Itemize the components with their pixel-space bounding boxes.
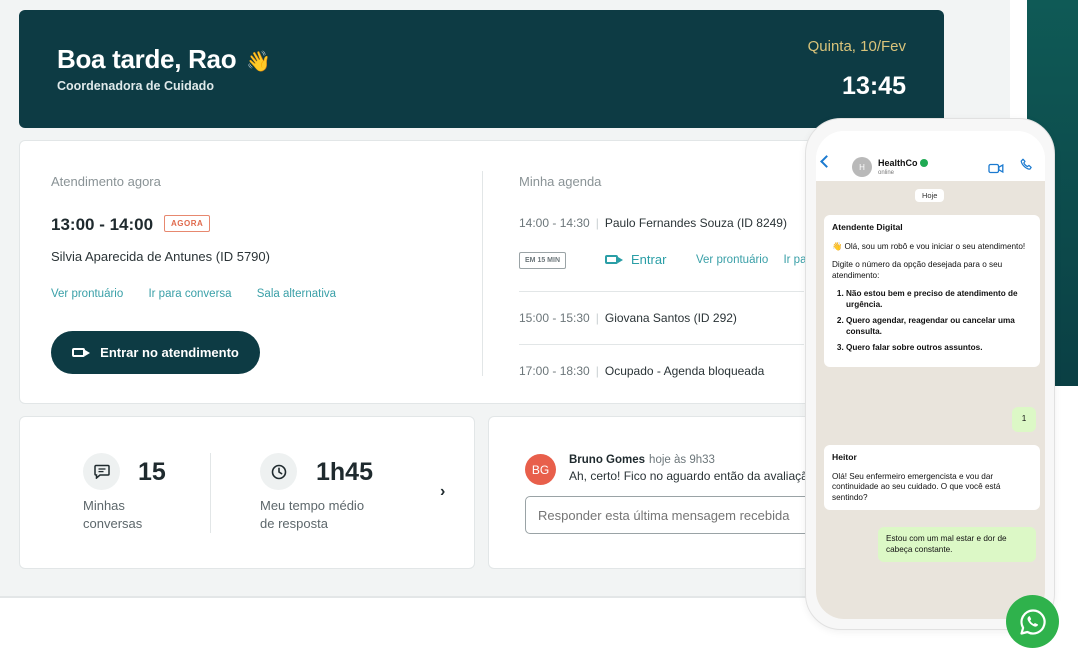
current-appointment-title: Atendimento agora <box>51 174 161 189</box>
agenda-patient: Ocupado - Agenda bloqueada <box>604 364 765 378</box>
message-time: hoje às 9h33 <box>649 454 715 466</box>
video-camera-icon <box>605 255 623 264</box>
agenda-item[interactable]: 14:00 - 14:30 | Paulo Fernandes Souza (ID … <box>519 216 787 230</box>
agenda-time: 17:00 - 18:30 <box>519 364 590 378</box>
response-time-label: Meu tempo médio de resposta <box>260 497 364 533</box>
current-time-range: 13:00 - 14:00 <box>51 215 154 234</box>
agenda-view-record-link[interactable]: Ver prontuário <box>696 254 768 266</box>
agenda-time: 15:00 - 15:30 <box>519 311 590 325</box>
contact-name-line: HealthCo <box>878 158 928 168</box>
response-time-value: 1h45 <box>316 458 373 486</box>
phone-mockup: H HealthCo online Hoje Atendente Digital… <box>805 118 1055 630</box>
user-reply: 1 <box>1021 414 1027 423</box>
contact-name: HealthCo <box>878 158 918 168</box>
agenda-item[interactable]: 17:00 - 18:30 | Ocupado - Agenda bloqueada <box>519 364 764 378</box>
greeting: Boa tarde, Rao 👋 <box>57 44 271 75</box>
agenda-patient: Giovana Santos (ID 292) <box>604 311 737 325</box>
bot-option: Quero agendar, reagendar ou cancelar uma… <box>846 316 1032 337</box>
last-message-card: BG Bruno Gomes hoje às 9h33 Ah, certo! Fi… <box>488 416 818 569</box>
message-text: Ah, certo! Fico no aguardo então da aval… <box>569 469 815 483</box>
user-role: Coordenadora de Cuidado <box>57 79 214 93</box>
bot-option-text: Não estou bem e preciso de atendimento d… <box>846 289 1018 309</box>
agenda-title: Minha agenda <box>519 174 602 189</box>
nurse-message: Heitor Olá! Seu enfermeiro emergencista … <box>824 445 1040 510</box>
chat-area: Hoje Atendente Digital 👋 Olá, sou um rob… <box>816 181 1045 619</box>
whatsapp-button[interactable] <box>1006 595 1059 648</box>
separator: | <box>595 311 599 325</box>
bot-prompt: Digite o número da opção desejada para o… <box>832 260 1003 280</box>
separator: | <box>595 364 599 378</box>
contact-avatar: H <box>852 157 872 177</box>
separator: | <box>595 216 599 230</box>
nurse-name: Heitor <box>832 452 857 462</box>
bot-option-text: Quero falar sobre outros assuntos. <box>846 343 983 352</box>
bot-option: Não estou bem e preciso de atendimento d… <box>846 289 1032 310</box>
response-time-label-line-1: Meu tempo médio <box>260 498 365 513</box>
whatsapp-icon <box>1019 608 1046 635</box>
phone-call-icon[interactable] <box>1020 158 1033 174</box>
chat-icon <box>83 453 120 490</box>
reply-input[interactable] <box>525 496 817 534</box>
user-reply-bubble: 1 <box>1012 407 1036 432</box>
agenda-item[interactable]: 15:00 - 15:30 | Giovana Santos (ID 292) <box>519 311 737 325</box>
video-camera-icon <box>72 348 91 357</box>
nurse-text: Olá! Seu enfermeiro emergencista e vou d… <box>832 471 1001 502</box>
row-divider <box>519 291 804 292</box>
wave-icon: 👋 <box>246 51 271 73</box>
bot-message: Atendente Digital 👋 Olá, sou um robô e v… <box>824 215 1040 367</box>
bot-intro: 👋 Olá, sou um robô e vou iniciar o seu a… <box>832 241 1026 251</box>
now-badge: AGORA <box>164 215 211 232</box>
avatar: BG <box>525 454 556 485</box>
response-time-label-line-2: de resposta <box>260 516 328 531</box>
conversations-count: 15 <box>138 458 166 486</box>
stats-divider <box>210 453 211 533</box>
verified-icon <box>919 159 928 167</box>
user-message: Estou com um mal estar e dor de cabeça c… <box>886 534 1007 554</box>
conversations-label-line-1: Minhas <box>83 498 125 513</box>
day-label: Hoje <box>915 189 945 202</box>
conversations-label: Minhas conversas <box>83 497 142 533</box>
greeting-text: Boa tarde, Rao <box>57 44 237 74</box>
stats-card: 15 Minhas conversas 1h45 Meu tempo médio… <box>19 416 475 569</box>
welcome-header: Boa tarde, Rao 👋 Coordenadora de Cuidado … <box>19 10 944 128</box>
agenda-enter-button[interactable]: Entrar <box>605 252 666 267</box>
chevron-right-icon[interactable]: › <box>440 483 445 501</box>
column-divider <box>482 171 483 376</box>
go-to-conversation-link[interactable]: Ir para conversa <box>148 288 231 300</box>
bot-options: Não estou bem e preciso de atendimento d… <box>832 289 1032 354</box>
alternate-room-link[interactable]: Sala alternativa <box>257 288 336 300</box>
agenda-go-link[interactable]: Ir pa <box>783 254 806 266</box>
enter-appointment-button[interactable]: Entrar no atendimento <box>51 331 260 374</box>
conversations-label-line-2: conversas <box>83 516 143 531</box>
clock-icon <box>260 453 297 490</box>
chat-header: H HealthCo online <box>816 131 1045 181</box>
stage: Boa tarde, Rao 👋 Coordenadora de Cuidado … <box>0 0 1078 658</box>
back-icon[interactable] <box>820 155 833 168</box>
message-author: Bruno Gomes <box>569 454 646 466</box>
user-message-bubble: Estou com um mal estar e dor de cabeça c… <box>878 527 1036 562</box>
agenda-enter-label: Entrar <box>631 252 667 267</box>
enter-appointment-label: Entrar no atendimento <box>100 345 239 360</box>
contact-status: online <box>878 170 895 176</box>
current-links: Ver prontuário Ir para conversa Sala alt… <box>51 288 358 300</box>
agenda-patient: Paulo Fernandes Souza (ID 8249) <box>604 216 787 230</box>
bot-name: Atendente Digital <box>832 222 903 232</box>
bot-option-text: Quero agendar, reagendar ou cancelar uma… <box>846 316 1015 336</box>
current-time: 13:45 <box>842 72 906 100</box>
agenda-links: Ver prontuário Ir pa <box>696 254 818 266</box>
current-patient: Silvia Aparecida de Antunes (ID 5790) <box>51 249 270 264</box>
video-call-icon[interactable] <box>988 161 1004 179</box>
phone-screen: H HealthCo online Hoje Atendente Digital… <box>816 131 1045 619</box>
message-author-line: Bruno Gomes hoje às 9h33 <box>569 454 715 466</box>
row-divider <box>519 344 804 345</box>
current-date: Quinta, 10/Fev <box>807 38 906 55</box>
bot-option: Quero falar sobre outros assuntos. <box>846 343 1032 354</box>
view-record-link[interactable]: Ver prontuário <box>51 288 123 300</box>
agenda-time: 14:00 - 14:30 <box>519 216 590 230</box>
soon-badge: EM 15 MIN <box>519 252 567 269</box>
